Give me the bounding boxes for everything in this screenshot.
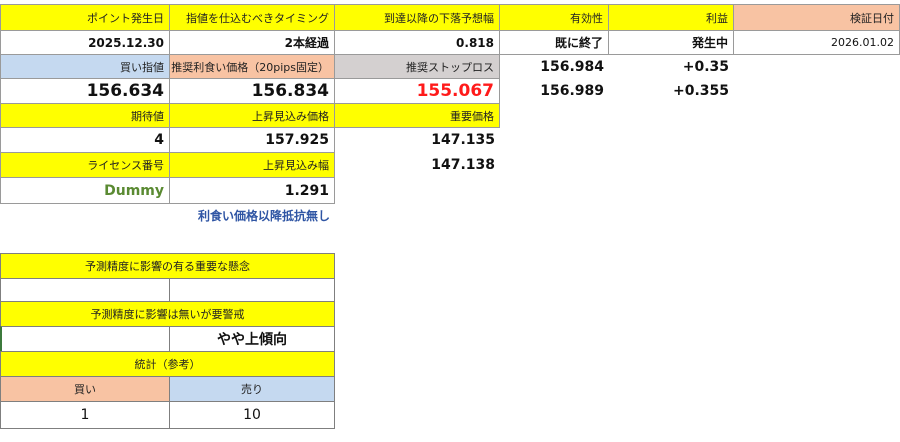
header-verify-date[interactable]: 検証日付	[733, 4, 900, 31]
license-value[interactable]: Dummy	[0, 177, 170, 204]
timing-value[interactable]: 2本経過	[169, 30, 335, 55]
header-profit[interactable]: 利益	[608, 4, 734, 31]
stats-buy-value[interactable]: 1	[0, 401, 170, 429]
expected-value[interactable]: 4	[0, 127, 170, 153]
take-profit-value[interactable]: 156.834	[169, 78, 335, 104]
stop-loss-label[interactable]: 推奨ストップロス	[334, 54, 500, 79]
stats-sell-value[interactable]: 10	[169, 401, 335, 429]
rise-width-value[interactable]: 1.291	[169, 177, 335, 204]
warnings-left-cell[interactable]	[0, 326, 170, 352]
rise-price-value[interactable]: 157.925	[169, 127, 335, 153]
buy-limit-label[interactable]: 買い指値	[0, 54, 170, 79]
header-point-date[interactable]: ポイント発生日	[0, 4, 170, 31]
profit-value[interactable]: 発生中	[608, 30, 734, 55]
key-price-2[interactable]: 147.138	[334, 152, 500, 178]
stats-buy-label[interactable]: 買い	[0, 376, 170, 402]
resistance-note: 利食い価格以降抵抗無し	[197, 208, 330, 223]
rise-price-label[interactable]: 上昇見込み価格	[169, 103, 335, 128]
validity-value[interactable]: 既に終了	[499, 30, 609, 55]
warnings-title[interactable]: 予測精度に影響は無いが要警戒	[0, 301, 335, 327]
stop-loss-value[interactable]: 155.067	[334, 78, 500, 104]
drop-forecast-value[interactable]: 0.818	[334, 30, 500, 55]
concerns-title[interactable]: 予測精度に影響の有る重要な懸念	[0, 253, 335, 279]
concerns-right-cell[interactable]	[169, 278, 335, 302]
signal-spreadsheet: ポイント発生日 指値を仕込むべきタイミング 到達以降の下落予想幅 有効性 利益 …	[0, 0, 900, 442]
expected-value-label[interactable]: 期待値	[0, 103, 170, 128]
concerns-left-cell[interactable]	[0, 278, 170, 302]
verify-date-value[interactable]: 2026.01.02	[733, 30, 900, 55]
take-profit-label[interactable]: 推奨利食い価格（20pips固定）	[169, 54, 335, 79]
side-profit-2[interactable]: +0.355	[608, 78, 734, 104]
point-date-value[interactable]: 2025.12.30	[0, 30, 170, 55]
key-price-label[interactable]: 重要価格	[334, 103, 500, 128]
license-label[interactable]: ライセンス番号	[0, 152, 170, 178]
key-price-1[interactable]: 147.135	[334, 127, 500, 153]
stats-title[interactable]: 統計（参考）	[0, 351, 335, 377]
header-drop-forecast[interactable]: 到達以降の下落予想幅	[334, 4, 500, 31]
header-timing[interactable]: 指値を仕込むべきタイミング	[169, 4, 335, 31]
side-price-1[interactable]: 156.984	[499, 54, 609, 79]
rise-width-label[interactable]: 上昇見込み幅	[169, 152, 335, 178]
stats-sell-label[interactable]: 売り	[169, 376, 335, 402]
header-validity[interactable]: 有効性	[499, 4, 609, 31]
buy-limit-value[interactable]: 156.634	[0, 78, 170, 104]
side-profit-1[interactable]: +0.35	[608, 54, 734, 79]
side-price-2[interactable]: 156.989	[499, 78, 609, 104]
warnings-right-cell[interactable]: やや上傾向	[169, 326, 335, 352]
